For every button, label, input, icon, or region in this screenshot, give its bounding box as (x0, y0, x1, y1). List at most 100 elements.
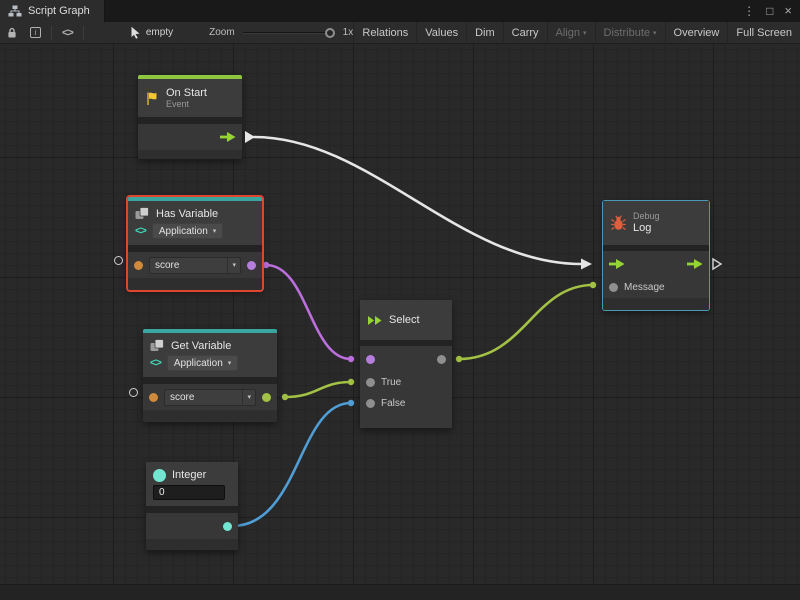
dim-button[interactable]: Dim (466, 22, 503, 44)
wire-hasvariable-to-select[interactable] (266, 265, 351, 359)
variables-icon (150, 339, 165, 352)
tab-script-graph[interactable]: Script Graph (0, 0, 105, 22)
zoom-slider-knob[interactable] (325, 28, 335, 38)
value-output-port[interactable] (437, 355, 446, 364)
integer-icon (153, 469, 166, 482)
node-footer (603, 298, 709, 310)
value-output-port[interactable] (262, 393, 271, 402)
flow-output-port[interactable] (220, 132, 236, 142)
node-divider (143, 377, 277, 384)
zoom-slider[interactable] (243, 26, 335, 40)
true-port-label: True (381, 377, 401, 388)
align-button[interactable]: Align▾ (547, 22, 595, 44)
values-label: Values (425, 27, 458, 39)
wire-select-to-debuglog-message[interactable] (459, 285, 593, 359)
chevron-down-icon: ▾ (213, 227, 217, 235)
graph-title-label: empty (146, 27, 173, 38)
name-input-port[interactable] (149, 393, 158, 402)
variable-name-dropdown[interactable]: score ▾ (149, 257, 241, 274)
flow-output-port[interactable] (687, 259, 703, 269)
chevron-down-icon: ▾ (228, 359, 232, 367)
flow-connection-triangle[interactable] (711, 257, 723, 276)
distribute-label: Distribute (604, 27, 650, 39)
script-graph-icon (8, 5, 22, 17)
info-icon[interactable]: i (24, 22, 47, 44)
values-button[interactable]: Values (416, 22, 466, 44)
select-icon (367, 315, 383, 326)
node-select[interactable]: Select True False (360, 300, 452, 428)
flow-input-port[interactable] (609, 259, 625, 269)
graph-canvas[interactable]: On Start Event Has Variable (0, 44, 800, 600)
zoom-value: 1x (343, 27, 354, 38)
wire-getvariable-to-select-true[interactable] (285, 382, 351, 397)
node-debug-log[interactable]: Debug Log Message (603, 201, 709, 310)
align-label: Align (556, 27, 580, 39)
node-get-variable[interactable]: Get Variable <> Application ▾ score ▾ (143, 329, 277, 422)
variable-scope-icon: <> (150, 357, 161, 369)
node-integer[interactable]: Integer 0 (146, 462, 238, 550)
variable-scope-icon: <> (135, 225, 146, 237)
node-subtitle: Event (166, 100, 207, 110)
value-output-port[interactable] (223, 522, 232, 531)
false-input-port[interactable] (366, 399, 375, 408)
true-input-port[interactable] (366, 378, 375, 387)
variable-kind-value: Application (174, 358, 223, 369)
node-title: Integer (172, 469, 206, 481)
result-output-port[interactable] (247, 261, 256, 270)
unconnected-port-circle[interactable] (129, 388, 138, 397)
node-divider (146, 506, 238, 513)
close-icon[interactable]: × (784, 0, 792, 22)
canvas-bottom-strip (0, 584, 800, 600)
maximize-icon[interactable]: □ (766, 0, 773, 22)
lock-icon[interactable] (0, 22, 24, 44)
node-title: Select (389, 314, 420, 326)
name-input-port[interactable] (134, 261, 143, 270)
distribute-button[interactable]: Distribute▾ (595, 22, 665, 44)
variables-icon (135, 207, 150, 220)
toolbar-separator (51, 26, 52, 40)
node-on-start[interactable]: On Start Event (138, 75, 242, 159)
wire-onstart-to-debuglog[interactable] (254, 137, 581, 264)
graph-breadcrumb[interactable]: empty (130, 26, 173, 39)
relations-label: Relations (362, 27, 408, 39)
dim-label: Dim (475, 27, 495, 39)
chevron-down-icon: ▾ (242, 390, 255, 405)
titlebar: Script Graph ⋮ □ × (0, 0, 800, 22)
variable-name-value: score (155, 260, 179, 271)
overview-label: Overview (674, 27, 720, 39)
pointer-icon (130, 26, 141, 39)
flow-connection-triangle[interactable] (245, 131, 255, 143)
flag-icon (145, 91, 160, 106)
message-port-label: Message (624, 282, 665, 293)
node-divider (138, 117, 242, 124)
node-category: Debug (633, 212, 660, 222)
variable-name-dropdown[interactable]: score ▾ (164, 389, 256, 406)
carry-button[interactable]: Carry (503, 22, 547, 44)
toolbar-buttons: Relations Values Dim Carry Align▾ Distri… (353, 22, 800, 44)
node-has-variable[interactable]: Has Variable <> Application ▾ score ▾ (128, 197, 262, 290)
overview-button[interactable]: Overview (665, 22, 728, 44)
relations-button[interactable]: Relations (353, 22, 416, 44)
zoom-slider-track (243, 32, 335, 34)
graph-toolbar: i <> empty Zoom 1x Relations Values Dim … (0, 22, 800, 44)
selector-input-port[interactable] (366, 355, 375, 364)
node-footer (128, 278, 262, 290)
node-title: Get Variable (171, 340, 231, 352)
message-input-port[interactable] (609, 283, 618, 292)
chevron-down-icon: ▾ (227, 258, 240, 273)
code-icon[interactable]: <> (56, 22, 79, 44)
variable-kind-dropdown[interactable]: Application ▾ (152, 223, 223, 239)
variable-name-value: score (170, 392, 194, 403)
variable-kind-dropdown[interactable]: Application ▾ (167, 355, 238, 371)
variable-kind-value: Application (159, 226, 208, 237)
integer-value-input[interactable]: 0 (153, 485, 225, 500)
carry-label: Carry (512, 27, 539, 39)
node-title: On Start (166, 87, 207, 99)
menu-icon[interactable]: ⋮ (743, 0, 755, 22)
zoom-label: Zoom (209, 27, 235, 38)
unconnected-port-circle[interactable] (114, 256, 123, 265)
full-screen-button[interactable]: Full Screen (727, 22, 800, 44)
false-port-label: False (381, 398, 405, 409)
zoom-control: Zoom 1x (209, 26, 353, 40)
node-footer (143, 410, 277, 422)
